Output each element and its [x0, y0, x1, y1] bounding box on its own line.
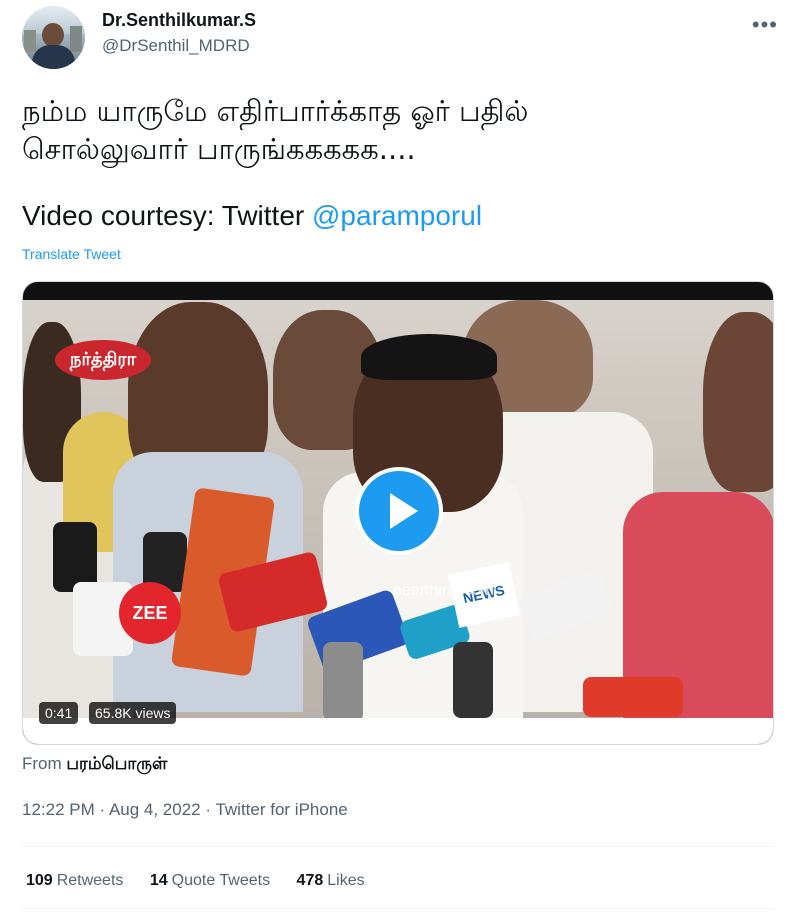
tweet-text: நம்ம யாருமே எதிர்பார்க்காத ஓர் பதில் சொல…	[22, 92, 762, 168]
play-icon	[390, 493, 418, 529]
video-source: From பரம்பொருள்	[22, 754, 167, 776]
zee-logo: ZEE	[119, 582, 181, 644]
quote-tweets-stat[interactable]: 14 Quote Tweets	[150, 872, 270, 889]
quote-tweets-label: Quote Tweets	[171, 872, 271, 889]
tweet-text-line-2: சொல்லுவார் பாருங்ககககக....	[22, 132, 416, 166]
retweets-stat[interactable]: 109 Retweets	[26, 872, 123, 889]
tweet-stats: 109 Retweets 14 Quote Tweets 478 Likes	[26, 872, 387, 890]
likes-count: 478	[296, 872, 324, 889]
quote-tweets-count: 14	[149, 872, 168, 889]
tweet-metadata: 12:22 PM · Aug 4, 2022 · Twitter for iPh…	[22, 800, 348, 820]
video-watermark: neerthirai.com	[393, 582, 495, 599]
user-handle[interactable]: @DrSenthil_MDRD	[102, 36, 250, 56]
likes-stat[interactable]: 478 Likes	[297, 872, 365, 889]
tweet-time-link[interactable]: 12:22 PM	[22, 800, 95, 819]
play-button[interactable]	[355, 467, 443, 555]
likes-label: Likes	[327, 872, 365, 889]
tweet-client-link[interactable]: Twitter for iPhone	[215, 800, 347, 819]
tweet-text-line-1: நம்ம யாருமே எதிர்பார்க்காத ஓர் பதில்	[22, 94, 529, 128]
avatar[interactable]	[22, 6, 85, 69]
meta-separator: ·	[94, 800, 109, 819]
video-views: 65.8K views	[89, 702, 177, 724]
video-player[interactable]: நர்த்திரா ZEE NEWS neerthirai.com 0:41 6…	[22, 281, 774, 745]
divider	[22, 908, 774, 909]
courtesy-text: Video courtesy: Twitter	[22, 200, 312, 231]
video-duration: 0:41	[39, 702, 79, 724]
divider	[22, 846, 774, 847]
video-courtesy: Video courtesy: Twitter @paramporul	[22, 200, 482, 232]
tweet-card: Dr.Senthilkumar.S @DrSenthil_MDRD ••• நம…	[0, 0, 800, 917]
retweets-label: Retweets	[56, 872, 124, 889]
from-label: From	[22, 754, 62, 773]
more-options-icon[interactable]: •••	[752, 12, 778, 38]
channel-logo: நர்த்திரா	[55, 340, 151, 380]
retweets-count: 109	[26, 872, 53, 889]
tweet-date-link[interactable]: Aug 4, 2022	[109, 800, 201, 819]
tweet-header: Dr.Senthilkumar.S @DrSenthil_MDRD •••	[22, 6, 782, 70]
video-thumbnail[interactable]: நர்த்திரா ZEE NEWS neerthirai.com	[23, 282, 773, 718]
translate-tweet-link[interactable]: Translate Tweet	[22, 246, 121, 262]
meta-separator: ·	[200, 800, 216, 819]
user-display-name[interactable]: Dr.Senthilkumar.S	[102, 10, 256, 31]
from-source-link[interactable]: பரம்பொருள்	[66, 754, 167, 774]
mention-link[interactable]: @paramporul	[312, 200, 482, 231]
